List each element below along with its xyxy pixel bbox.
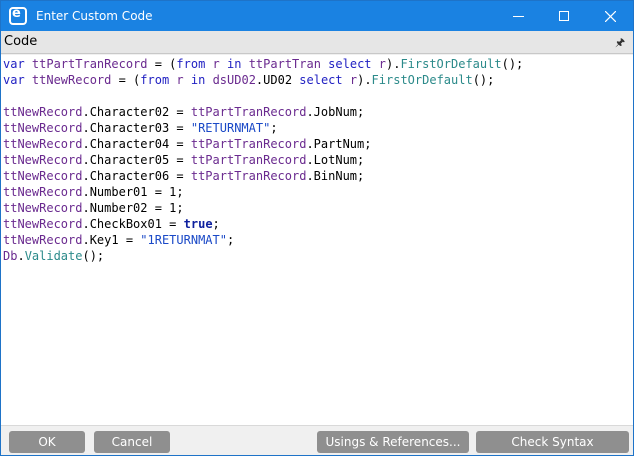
dialog-button-bar: OK Cancel Usings & References... Check S… — [1, 425, 633, 455]
minimize-button[interactable] — [495, 1, 541, 31]
code-editor[interactable]: var ttPartTranRecord = (from r in ttPart… — [1, 55, 633, 425]
title-bar[interactable]: e Enter Custom Code — [1, 1, 633, 31]
window-title: Enter Custom Code — [36, 9, 153, 23]
code-line-13: Db.Validate(); — [3, 249, 105, 263]
code-line-9: ttNewRecord.Number01 = 1; — [3, 185, 184, 199]
code-line-8: ttNewRecord.Character06 = ttPartTranReco… — [3, 169, 365, 183]
close-button[interactable] — [587, 1, 633, 31]
maximize-button[interactable] — [541, 1, 587, 31]
code-line-7: ttNewRecord.Character05 = ttPartTranReco… — [3, 153, 365, 167]
code-line-6: ttNewRecord.Character04 = ttPartTranReco… — [3, 137, 372, 151]
epicor-e-icon: e — [9, 6, 27, 25]
code-panel-header: Code 🖈 — [1, 31, 633, 54]
usings-references-button[interactable]: Usings & References... — [317, 431, 469, 453]
code-line-10: ttNewRecord.Number02 = 1; — [3, 201, 184, 215]
code-line-5: ttNewRecord.Character03 = "RETURNMAT"; — [3, 121, 278, 135]
code-line-2: var ttNewRecord = (from r in dsUD02.UD02… — [3, 73, 495, 87]
code-line-4: ttNewRecord.Character02 = ttPartTranReco… — [3, 105, 365, 119]
minimize-icon — [512, 15, 524, 17]
code-line-1: var ttPartTranRecord = (from r in ttPart… — [3, 57, 524, 71]
panel-title: Code — [4, 34, 38, 49]
pin-icon[interactable]: 🖈 — [615, 34, 625, 53]
custom-code-dialog: e Enter Custom Code Code 🖈 var ttPartTra… — [0, 0, 634, 456]
code-line-11: ttNewRecord.CheckBox01 = true; — [3, 217, 220, 231]
code-line-12: ttNewRecord.Key1 = "1RETURNMAT"; — [3, 233, 235, 247]
ok-button[interactable]: OK — [9, 431, 85, 453]
maximize-icon — [559, 11, 569, 21]
close-icon — [604, 10, 616, 22]
cancel-button[interactable]: Cancel — [94, 431, 170, 453]
check-syntax-button[interactable]: Check Syntax — [476, 431, 629, 453]
